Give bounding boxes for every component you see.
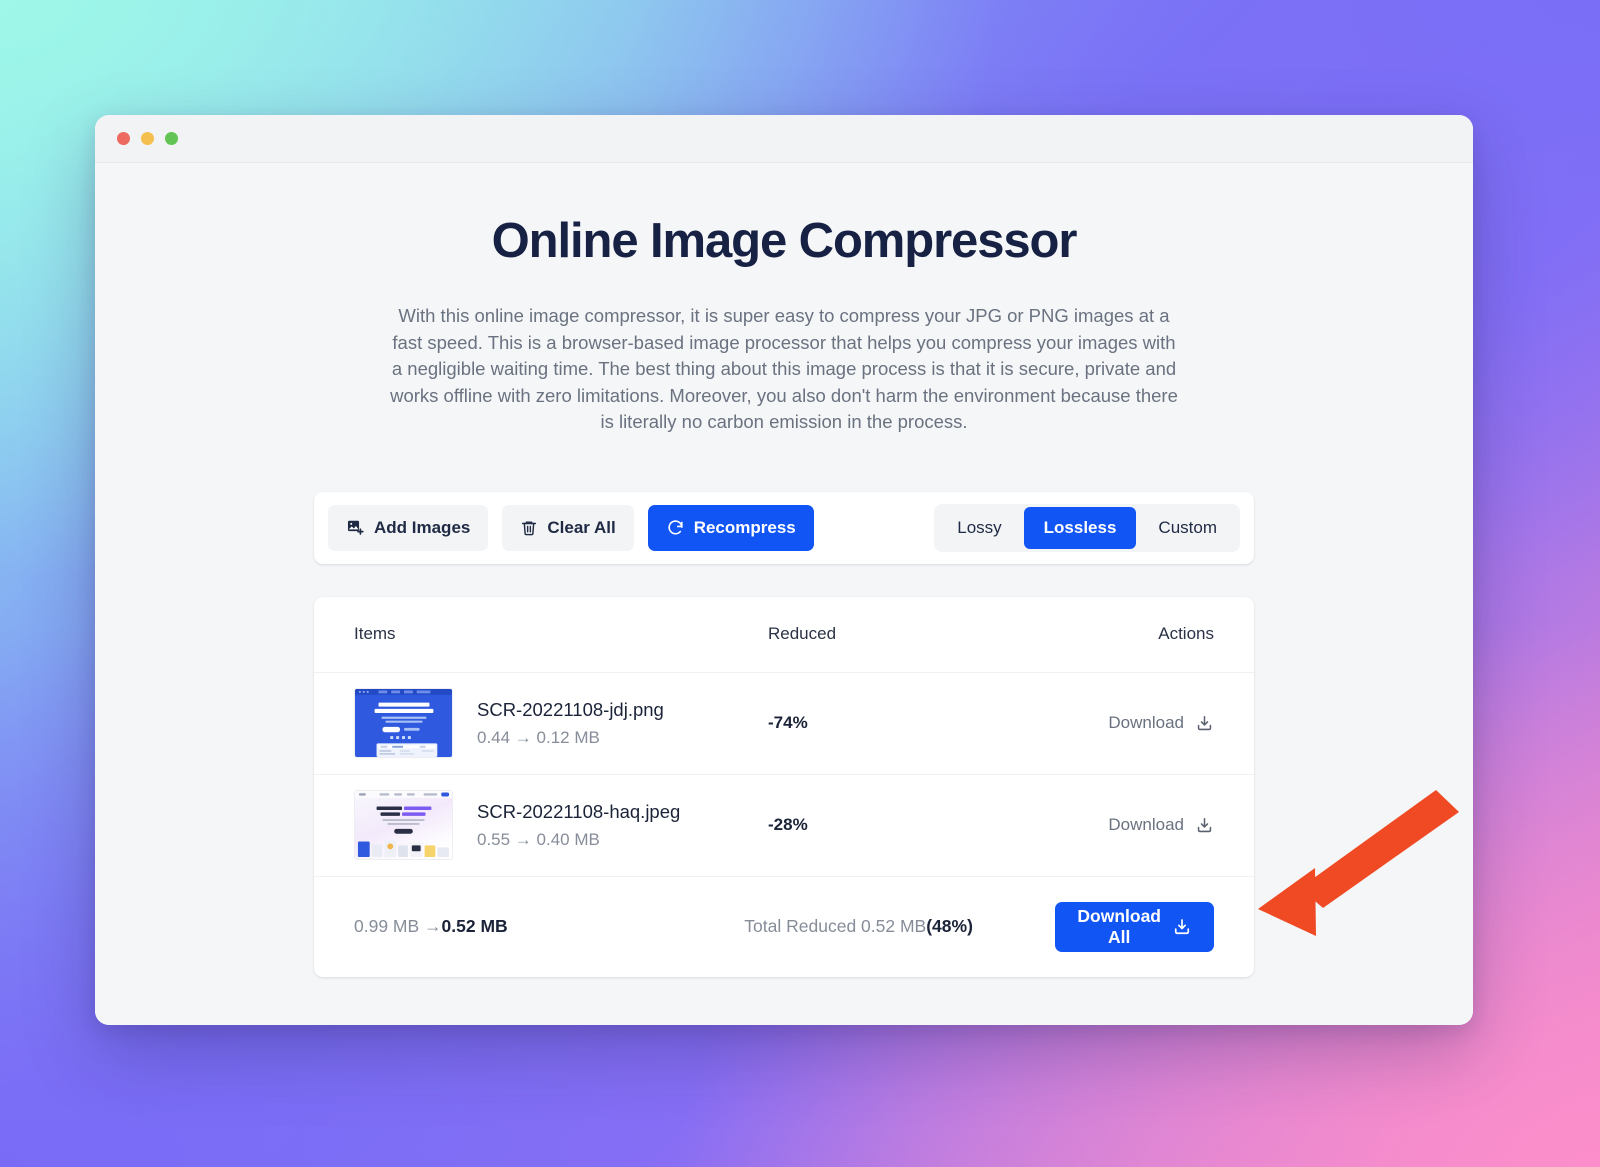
file-info: SCR-20221108-jdj.png 0.44 → 0.12 MB [477,698,664,748]
table-row: SCR-20221108-jdj.png 0.44 → 0.12 MB -74%… [314,673,1254,775]
toolbar: Add Images Clear All Recompress Lossy Lo… [314,491,1254,564]
compression-mode-segmented: Lossy Lossless Custom [934,503,1240,552]
download-label: Download [1108,713,1184,732]
download-button[interactable]: Download [1108,713,1214,733]
refresh-icon [666,518,685,537]
minimize-window-button[interactable] [141,132,154,145]
table-header-row: Items Reduced Actions [314,597,1254,673]
file-thumbnail [354,790,453,860]
download-all-label: Download All [1077,905,1161,947]
add-images-label: Add Images [374,517,471,537]
zoom-window-button[interactable] [165,132,178,145]
page-subtitle: With this online image compressor, it is… [390,305,1178,432]
mode-lossless-button[interactable]: Lossless [1023,506,1137,549]
column-header-reduced: Reduced [768,624,837,643]
file-info: SCR-20221108-haq.jpeg 0.55 → 0.40 MB [477,800,680,850]
download-button[interactable]: Download [1108,815,1214,835]
column-header-items: Items [354,624,396,643]
download-icon [1195,816,1214,835]
file-size: 0.44 → 0.12 MB [477,728,600,748]
compression-mode-group: Lossy Lossless Custom [934,503,1240,552]
page-content: Online Image Compressor With this online… [95,163,1473,1025]
clear-all-button[interactable]: Clear All [502,504,634,551]
page-title: Online Image Compressor [491,214,1078,268]
recompress-button[interactable]: Recompress [647,504,814,551]
total-reduced-label: Total Reduced 0.52 MB [744,916,927,936]
row-items-cell: SCR-20221108-haq.jpeg 0.55 → 0.40 MB [354,790,768,860]
file-thumbnail [354,688,453,758]
row-reduced-cell: -28% [768,815,1098,835]
row-actions-cell: Download [1098,713,1214,733]
mode-custom-button[interactable]: Custom [1138,507,1237,549]
download-icon [1195,714,1214,733]
total-size-before: 0.99 MB → [354,916,442,936]
download-all-button[interactable]: Download All [1055,901,1214,952]
total-reduced-percent: (48%) [926,916,973,936]
file-name: SCR-20221108-haq.jpeg [477,800,681,822]
close-window-button[interactable] [117,132,130,145]
footer-actions-cell: Download All [1055,901,1214,952]
table-footer-row: 0.99 MB → 0.52 MB Total Reduced 0.52 MB(… [314,877,1254,977]
footer-total-reduced-cell: Total Reduced 0.52 MB(48%) [744,916,1055,937]
download-icon [1172,917,1192,937]
toolbar-actions: Add Images Clear All Recompress [328,504,814,551]
file-size: 0.55 → 0.40 MB [477,830,600,850]
image-plus-icon [346,518,365,537]
row-reduced-cell: -74% [768,713,1098,733]
column-header-actions: Actions [1158,624,1214,643]
footer-total-size-cell: 0.99 MB → 0.52 MB [354,916,744,937]
row-actions-cell: Download [1098,815,1214,835]
browser-window: Online Image Compressor With this online… [95,115,1473,1025]
total-size-after: 0.52 MB [441,916,508,936]
mode-lossy-button[interactable]: Lossy [937,507,1021,549]
clear-all-label: Clear All [547,517,616,537]
reduced-percent: -28% [768,815,808,834]
download-label: Download [1108,815,1184,834]
row-items-cell: SCR-20221108-jdj.png 0.44 → 0.12 MB [354,688,768,758]
results-table: Items Reduced Actions SCR-20221108-jdj.p… [314,596,1254,977]
trash-icon [520,519,538,537]
window-titlebar [95,115,1473,163]
hero-section: Online Image Compressor With this online… [95,213,1473,436]
recompress-label: Recompress [693,517,796,537]
file-name: SCR-20221108-jdj.png [477,698,664,720]
reduced-percent: -74% [768,713,808,732]
add-images-button[interactable]: Add Images [328,504,489,551]
table-row: SCR-20221108-haq.jpeg 0.55 → 0.40 MB -28… [314,775,1254,877]
